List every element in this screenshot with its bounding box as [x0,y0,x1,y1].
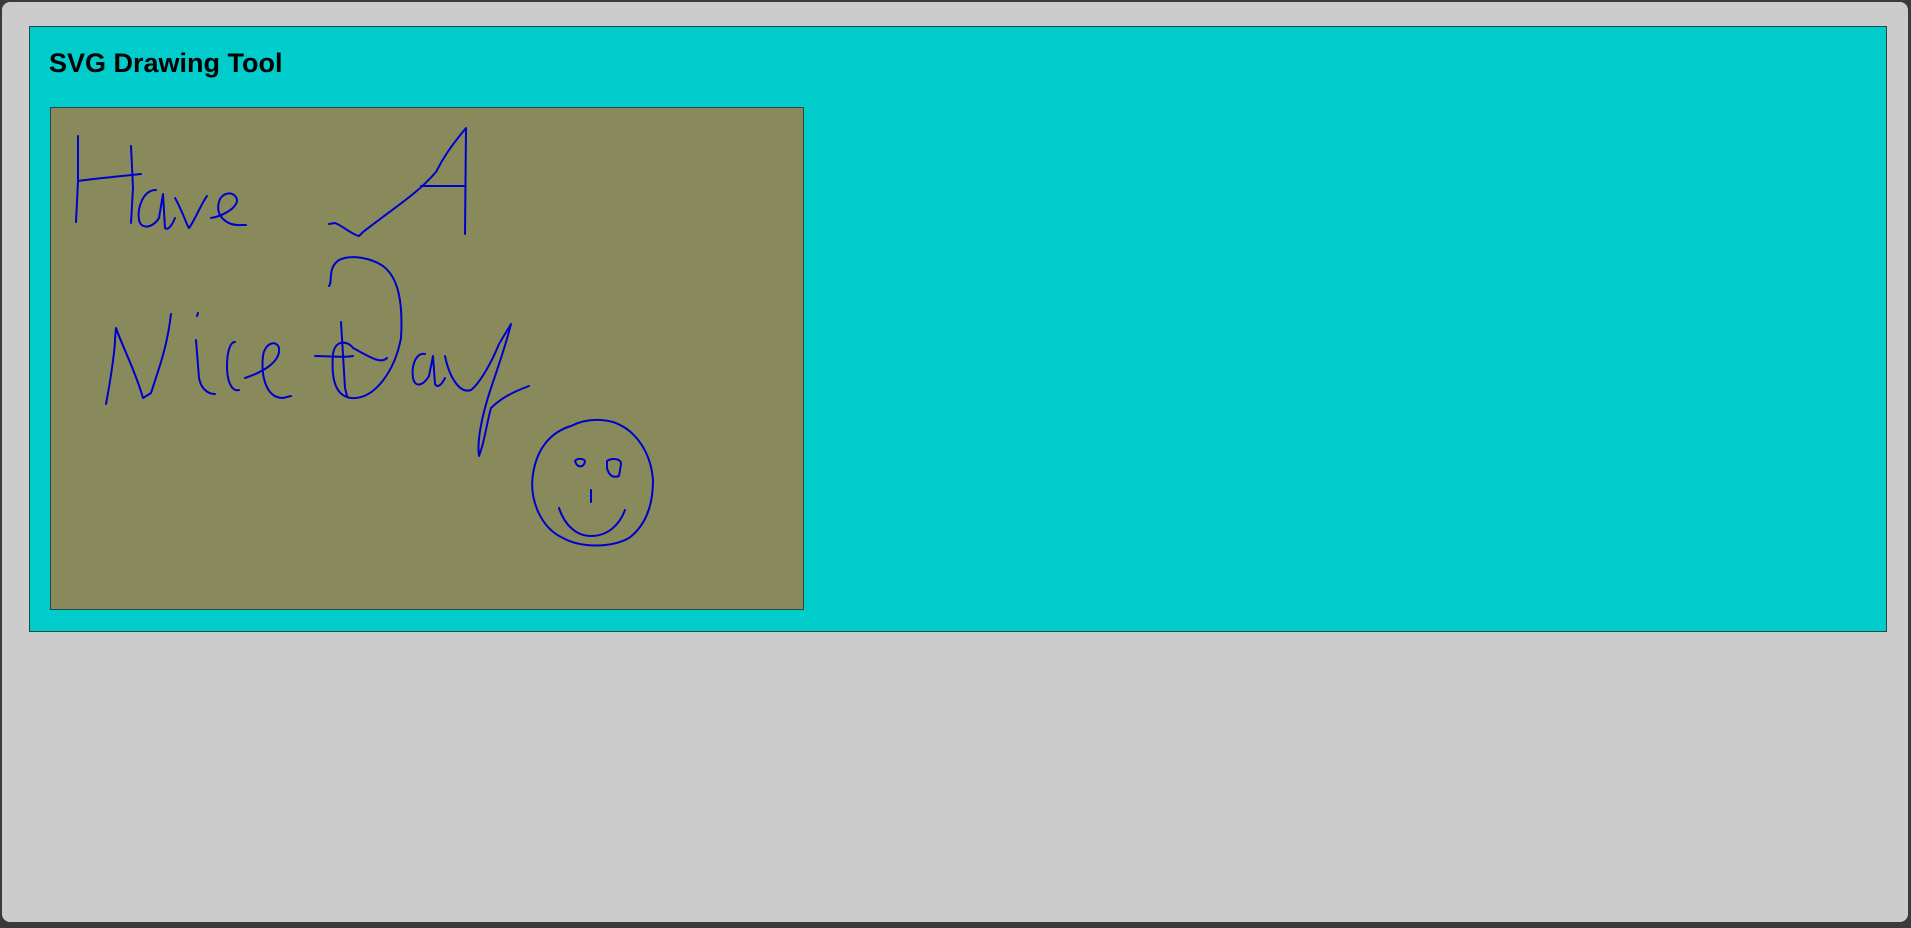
stroke-smiley-left-eye [574,457,586,468]
stroke-have-h [75,135,142,224]
stroke-nice-i [195,312,216,395]
stroke-have-v [174,195,208,229]
stroke-smiley-right-eye [606,458,622,478]
stroke-have-a [137,189,176,230]
drawing-tool-panel: SVG Drawing Tool [29,26,1887,632]
stroke-day-d [328,256,403,400]
stroke-day-t [314,321,354,397]
stroke-a [328,127,467,237]
stroke-have-e [210,192,247,227]
page-title: SVG Drawing Tool [49,48,283,78]
stroke-smiley-mouth [558,507,626,537]
stroke-smiley-face [531,418,654,547]
stroke-day-a [411,352,446,387]
stroke-nice-c [226,341,240,392]
drawing-canvas[interactable] [50,107,804,610]
stroke-day-y [444,323,530,457]
drawing-surface[interactable] [51,108,803,609]
stroke-nice-n [105,313,172,405]
stroke-nice-e [244,342,292,399]
app-window: SVG Drawing Tool [2,2,1908,922]
